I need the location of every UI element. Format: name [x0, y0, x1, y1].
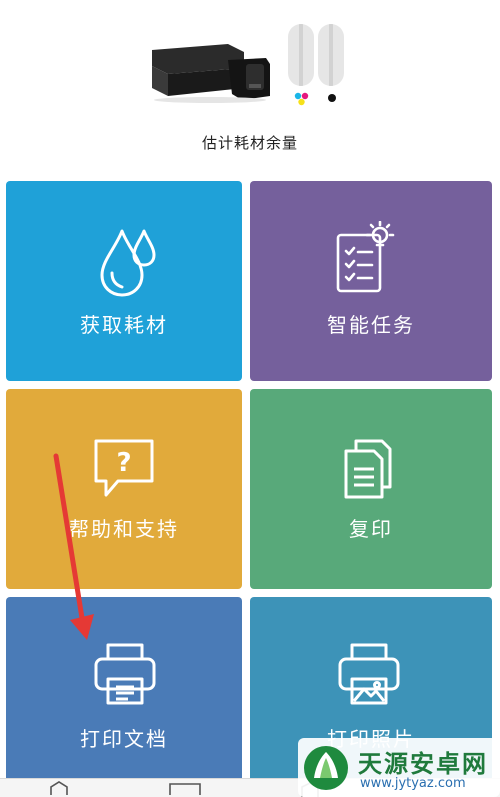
tile-get-supplies[interactable]: 获取耗材: [6, 181, 242, 381]
estimated-supply-levels-label: 估计耗材余量: [201, 134, 298, 152]
watermark-url: www.jytyaz.com: [360, 776, 466, 791]
tile-label: 获取耗材: [80, 313, 168, 337]
black-ink-bar: [318, 24, 344, 86]
tricolor-dot-icon: [294, 92, 309, 106]
tile-help-support[interactable]: ? 帮助和支持: [6, 389, 242, 589]
ink-levels: [286, 24, 346, 106]
tile-smart-tasks[interactable]: 智能任务: [250, 181, 492, 381]
scan-icon[interactable]: [168, 781, 202, 797]
tile-label: 打印文档: [80, 727, 168, 751]
black-dot-icon: [328, 94, 336, 102]
ink-drops-icon: [100, 229, 156, 297]
color-ink-bar: [288, 24, 314, 86]
tile-label: 复印: [349, 517, 393, 541]
printer-image: [152, 44, 270, 103]
help-icon: ?: [94, 439, 154, 497]
printer-status-header[interactable]: 估计耗材余量: [0, 0, 500, 170]
copy-icon: [344, 439, 392, 499]
home-icon[interactable]: [48, 781, 70, 797]
svg-text:?: ?: [116, 448, 131, 478]
print-photo-icon: [338, 643, 400, 705]
print-document-icon: [94, 643, 156, 705]
tile-print-documents[interactable]: 打印文档: [6, 597, 242, 797]
tile-copy[interactable]: 复印: [250, 389, 492, 589]
site-watermark: 天源安卓网 www.jytyaz.com: [298, 738, 500, 797]
watermark-title: 天源安卓网: [358, 750, 488, 778]
tile-label: 智能任务: [327, 313, 415, 337]
smart-task-icon: [336, 221, 395, 293]
tile-label: 帮助和支持: [69, 517, 179, 541]
watermark-logo-icon: [304, 746, 348, 790]
